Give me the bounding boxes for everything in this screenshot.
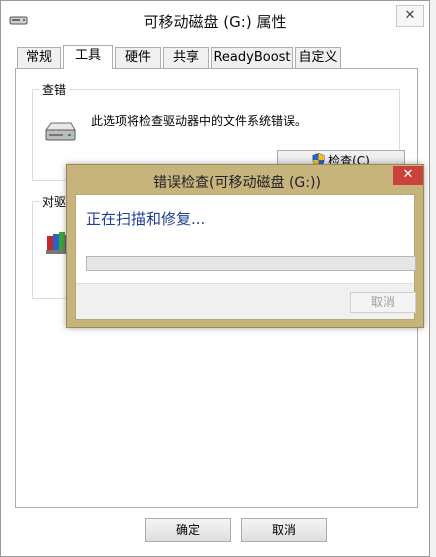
tab-sharing[interactable]: 共享	[163, 47, 209, 68]
tab-customize[interactable]: 自定义	[295, 47, 341, 68]
ok-button[interactable]: 确定	[145, 518, 231, 542]
dialog-cancel-button: 取消	[350, 292, 416, 313]
tab-strip: 常规 工具 硬件 共享 ReadyBoost 自定义	[15, 45, 415, 69]
tab-hardware[interactable]: 硬件	[115, 47, 161, 68]
title-bar[interactable]: 可移动磁盘 (G:) 属性 ✕	[1, 1, 429, 39]
dialog-title: 错误检查(可移动磁盘 (G:))	[153, 175, 321, 191]
close-icon[interactable]: ✕	[396, 5, 424, 27]
scan-status-text: 正在扫描和修复...	[86, 210, 206, 228]
error-checking-dialog: 错误检查(可移动磁盘 (G:)) ✕ 正在扫描和修复... 取消	[66, 164, 424, 328]
drive-icon	[43, 120, 77, 144]
close-icon[interactable]: ✕	[393, 166, 423, 185]
check-description: 此选项将检查驱动器中的文件系统错误。	[91, 114, 308, 128]
dialog-body: 正在扫描和修复... 取消	[75, 194, 416, 320]
group-title: 查错	[39, 81, 70, 98]
window-title: 可移动磁盘 (G:) 属性	[143, 13, 287, 31]
dialog-footer: 取消	[76, 283, 416, 319]
cancel-button[interactable]: 取消	[241, 518, 327, 542]
scan-progress-bar	[86, 256, 416, 271]
tab-general[interactable]: 常规	[17, 47, 61, 68]
tab-tools[interactable]: 工具	[63, 45, 113, 69]
tab-readyboost[interactable]: ReadyBoost	[211, 47, 293, 68]
